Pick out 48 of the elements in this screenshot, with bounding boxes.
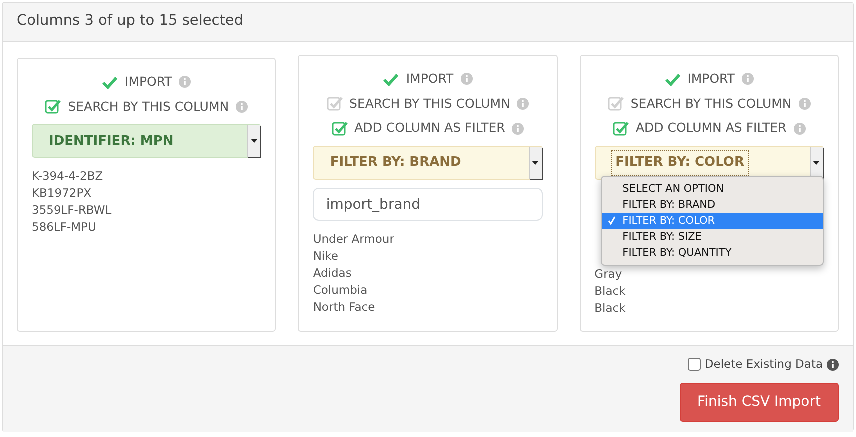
import-label: IMPORT bbox=[125, 72, 172, 91]
caret-icon bbox=[250, 139, 258, 144]
column-type-select[interactable]: FILTER BY: BRAND bbox=[313, 146, 543, 180]
info-icon bbox=[460, 73, 473, 86]
value-text: Black bbox=[594, 300, 626, 317]
info-icon bbox=[742, 73, 754, 86]
option-label: SEARCH BY THIS COLUMN bbox=[630, 94, 792, 112]
info-icon bbox=[179, 76, 192, 88]
value-text: Gray bbox=[594, 266, 622, 283]
text-field[interactable]: import_brand bbox=[313, 188, 543, 221]
menu-option[interactable]: FILTER BY: SIZE bbox=[602, 228, 823, 245]
value-text: North Face bbox=[313, 299, 376, 316]
value-text: 3559LF-RBWL bbox=[32, 202, 112, 220]
info-icon bbox=[236, 100, 248, 113]
info-icon bbox=[517, 98, 530, 110]
checkbox[interactable] bbox=[688, 358, 701, 372]
menu-option[interactable]: FILTER BY: QUANTITY bbox=[602, 244, 823, 261]
import-label: IMPORT bbox=[688, 70, 735, 88]
option-label: ADD COLUMN AS FILTER bbox=[354, 119, 506, 138]
import-label: IMPORT bbox=[406, 70, 454, 88]
column-type-select[interactable]: IDENTIFIER: MPN bbox=[32, 124, 262, 158]
panel-header-title: Columns 3 of up to 15 selected bbox=[3, 3, 853, 42]
menu-option[interactable]: FILTER BY: BRAND bbox=[602, 196, 823, 213]
value-text: Nike bbox=[313, 248, 338, 265]
value-text: KB1972PX bbox=[32, 185, 92, 202]
option-label: ADD COLUMN AS FILTER bbox=[636, 119, 787, 138]
finish-button[interactable]: Finish CSV Import bbox=[680, 383, 839, 422]
value-text: Under Armour bbox=[313, 231, 394, 248]
info-icon bbox=[794, 122, 806, 135]
value-text: K-394-4-2BZ bbox=[32, 168, 104, 186]
check-icon bbox=[608, 216, 616, 226]
info-icon bbox=[827, 358, 839, 371]
value-text: Columbia bbox=[313, 282, 368, 299]
option-label: SEARCH BY THIS COLUMN bbox=[68, 98, 230, 116]
caret-icon bbox=[532, 161, 540, 165]
value-text: 586LF-MPU bbox=[32, 219, 96, 236]
checkbox[interactable] bbox=[612, 120, 629, 137]
info-icon bbox=[798, 98, 811, 110]
value-text: Black bbox=[594, 283, 626, 300]
value-text: Adidas bbox=[313, 265, 352, 282]
checkbox-label: Delete Existing Data bbox=[704, 356, 823, 373]
menu-option[interactable]: FILTER BY: COLOR bbox=[602, 212, 823, 229]
info-icon bbox=[512, 122, 524, 135]
checkbox[interactable] bbox=[332, 120, 348, 137]
menu-option[interactable]: SELECT AN OPTION bbox=[602, 180, 823, 197]
option-label: SEARCH BY THIS COLUMN bbox=[350, 94, 510, 112]
caret-icon bbox=[813, 161, 820, 165]
checkbox[interactable] bbox=[45, 98, 62, 115]
